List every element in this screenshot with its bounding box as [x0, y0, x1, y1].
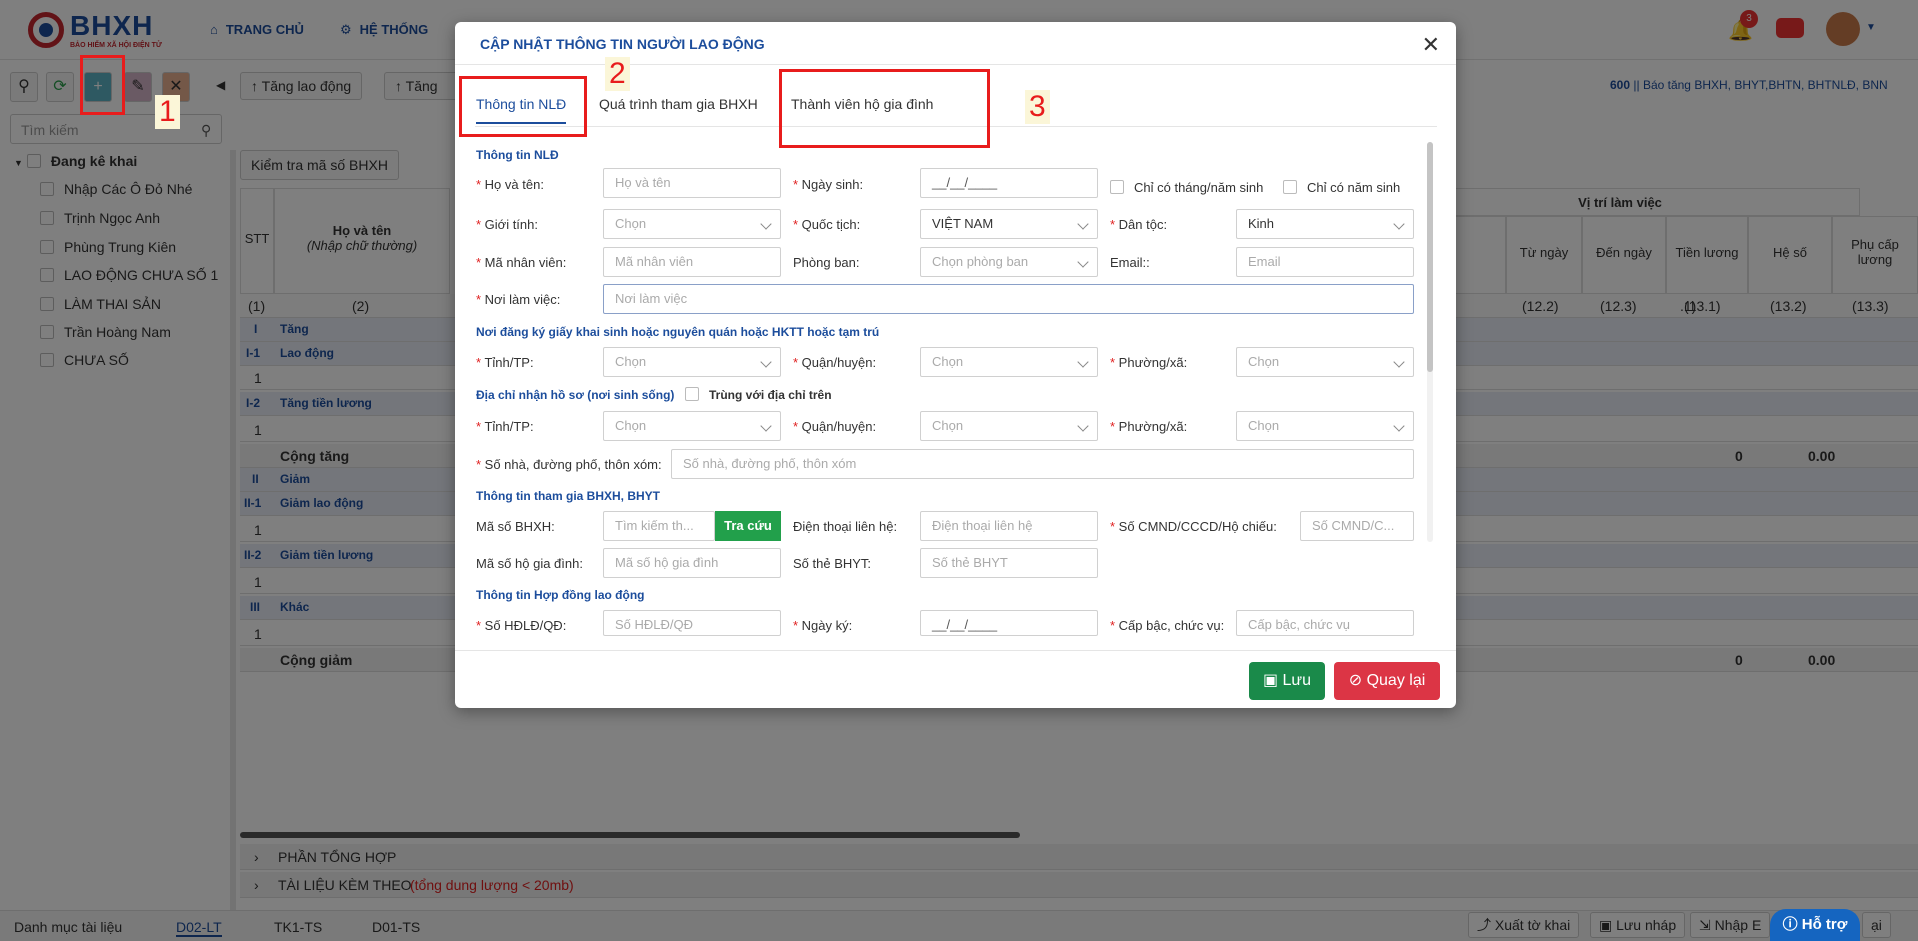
- label-so-hdld: * Số HĐLĐ/QĐ:: [476, 618, 567, 633]
- dien-thoai-input[interactable]: Điện thoại liên hệ: [920, 511, 1098, 541]
- cancel-icon: ⊘: [1348, 672, 1367, 689]
- label-tinh-2: * Tỉnh/TP:: [476, 419, 534, 434]
- label-quoc-tich: * Quốc tịch:: [793, 217, 861, 232]
- cmnd-input[interactable]: Số CMND/C...: [1300, 511, 1414, 541]
- question-icon: ⓘ: [1782, 916, 1802, 933]
- annotation-box-2: [459, 76, 587, 137]
- cap-bac-input[interactable]: Cấp bậc, chức vụ: [1236, 610, 1414, 636]
- ngay-ky-input[interactable]: __/__/____: [920, 610, 1098, 636]
- label-so-nha: * Số nhà, đường phố, thôn xóm:: [476, 457, 662, 472]
- label-ma-so-bhxh: Mã số BHXH:: [476, 519, 555, 534]
- chevron-down-icon: [1393, 218, 1405, 230]
- email-input[interactable]: Email: [1236, 247, 1414, 277]
- chevron-down-icon: [760, 420, 772, 432]
- ma-ho-gd-input[interactable]: Mã số hộ gia đình: [603, 548, 781, 578]
- checkbox[interactable]: [685, 387, 699, 401]
- chevron-down-icon: [1077, 356, 1089, 368]
- checkbox[interactable]: [1110, 180, 1124, 194]
- back-button[interactable]: ⊘ Quay lại: [1334, 662, 1440, 700]
- so-hdld-input[interactable]: Số HĐLĐ/QĐ: [603, 610, 781, 636]
- noi-lam-viec-input[interactable]: Nơi làm việc: [603, 284, 1414, 314]
- label-cmnd: * Số CMND/CCCD/Hộ chiếu:: [1110, 519, 1277, 534]
- section-hop-dong: Thông tin Hợp đồng lao động: [476, 588, 645, 602]
- label-dan-toc: * Dân tộc:: [1110, 217, 1168, 232]
- label-the-bhyt: Số thẻ BHYT:: [793, 556, 872, 571]
- ngay-sinh-input[interactable]: __/__/____: [920, 168, 1098, 198]
- ma-nhan-vien-input[interactable]: Mã nhân viên: [603, 247, 781, 277]
- clip: [455, 636, 1425, 650]
- quan-select-2[interactable]: Chọn: [920, 411, 1098, 441]
- label-quan-2: * Quận/huyện:: [793, 419, 877, 434]
- label-cap-bac: * Cấp bậc, chức vụ:: [1110, 618, 1225, 633]
- chevron-down-icon: [1077, 256, 1089, 268]
- close-icon[interactable]: ✕: [1422, 34, 1440, 56]
- chk-thang-nam-sinh[interactable]: Chỉ có tháng/năm sinh: [1110, 180, 1263, 195]
- tinh-select-2[interactable]: Chọn: [603, 411, 781, 441]
- section-tham-gia-bhxh: Thông tin tham gia BHXH, BHYT: [476, 489, 660, 503]
- label-ngay-ky: * Ngày ký:: [793, 618, 853, 633]
- phong-ban-select[interactable]: Chọn phòng ban: [920, 247, 1098, 277]
- save-button[interactable]: ▣ Lưu: [1249, 662, 1325, 700]
- chk-nam-sinh[interactable]: Chỉ có năm sinh: [1283, 180, 1400, 195]
- dan-toc-select[interactable]: Kinh: [1236, 209, 1414, 239]
- label-phuong: * Phường/xã:: [1110, 355, 1188, 370]
- annotation-box-1: [80, 55, 125, 115]
- tab-qua-trinh-bhxh[interactable]: Quá trình tham gia BHXH: [599, 96, 758, 112]
- label-phong-ban: Phòng ban:: [793, 255, 860, 270]
- annotation-number-1: 1: [155, 95, 180, 129]
- label-ma-ho-gd: Mã số hộ gia đình:: [476, 556, 583, 571]
- tinh-select[interactable]: Chọn: [603, 347, 781, 377]
- tra-cuu-button[interactable]: Tra cứu: [715, 511, 781, 541]
- section-dia-chi-nhan: Địa chỉ nhận hồ sơ (nơi sinh sống): [476, 388, 675, 402]
- chevron-down-icon: [760, 218, 772, 230]
- ma-so-bhxh-input[interactable]: Tìm kiếm th...: [603, 511, 715, 541]
- label-ho-ten: * Họ và tên:: [476, 177, 544, 192]
- chk-trung-dia-chi[interactable]: Trùng với địa chỉ trên: [685, 387, 832, 402]
- modal-scrollbar[interactable]: [1427, 142, 1433, 542]
- ho-ten-input[interactable]: Họ và tên: [603, 168, 781, 198]
- help-button[interactable]: ⓘ Hỗ trợ: [1770, 909, 1860, 941]
- label-dien-thoai: Điện thoại liên hệ:: [793, 519, 898, 534]
- quoc-tich-select[interactable]: VIỆT NAM: [920, 209, 1098, 239]
- annotation-number-2: 2: [605, 57, 630, 91]
- save-icon: ▣: [1262, 672, 1283, 689]
- checkbox[interactable]: [1283, 180, 1297, 194]
- phuong-select[interactable]: Chọn: [1236, 347, 1414, 377]
- label-noi-lam-viec: * Nơi làm việc:: [476, 292, 561, 307]
- annotation-number-3: 3: [1025, 90, 1050, 124]
- label-phuong-2: * Phường/xã:: [1110, 419, 1188, 434]
- phuong-select-2[interactable]: Chọn: [1236, 411, 1414, 441]
- label-gioi-tinh: * Giới tính:: [476, 217, 538, 232]
- scrollbar-thumb[interactable]: [1427, 142, 1433, 372]
- chevron-down-icon: [760, 356, 772, 368]
- label-tinh: * Tỉnh/TP:: [476, 355, 534, 370]
- annotation-box-3: [779, 69, 990, 148]
- label-ngay-sinh: * Ngày sinh:: [793, 177, 864, 192]
- modal-title: CẬP NHẬT THÔNG TIN NGƯỜI LAO ĐỘNG: [480, 36, 765, 52]
- section-noi-dang-ky: Nơi đăng ký giấy khai sinh hoặc nguyên q…: [476, 325, 880, 339]
- chevron-down-icon: [1393, 356, 1405, 368]
- chevron-down-icon: [1393, 420, 1405, 432]
- label-email: Email::: [1110, 255, 1150, 270]
- quan-select[interactable]: Chọn: [920, 347, 1098, 377]
- chevron-down-icon: [1077, 218, 1089, 230]
- chevron-down-icon: [1077, 420, 1089, 432]
- label-quan: * Quận/huyện:: [793, 355, 877, 370]
- gioi-tinh-select[interactable]: Chọn: [603, 209, 781, 239]
- the-bhyt-input[interactable]: Số thẻ BHYT: [920, 548, 1098, 578]
- divider: [455, 650, 1456, 651]
- section-thong-tin-nld: Thông tin NLĐ: [476, 148, 559, 162]
- so-nha-input[interactable]: Số nhà, đường phố, thôn xóm: [671, 449, 1414, 479]
- label-ma-nhan-vien: * Mã nhân viên:: [476, 255, 567, 270]
